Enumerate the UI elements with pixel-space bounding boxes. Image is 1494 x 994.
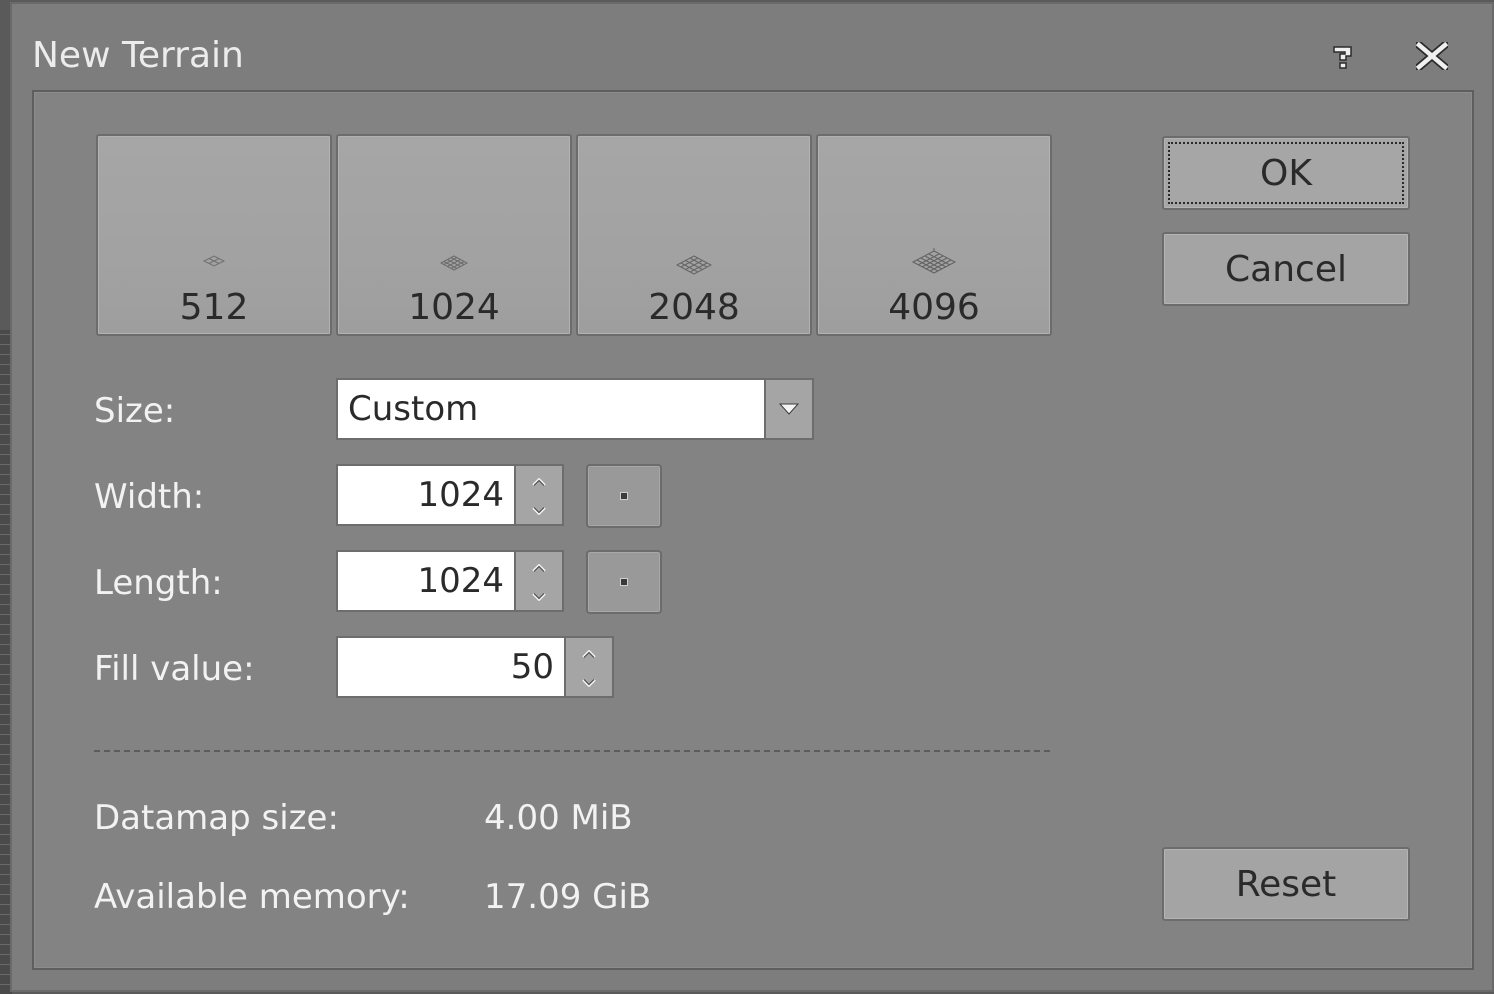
length-decrement[interactable]	[516, 581, 562, 610]
cancel-button[interactable]: Cancel	[1162, 232, 1410, 306]
reset-button[interactable]: Reset	[1162, 847, 1410, 921]
fill-value-increment[interactable]	[566, 638, 612, 667]
close-button[interactable]	[1410, 34, 1454, 78]
terrain-grid-icon	[338, 254, 570, 272]
fill-value[interactable]: 50	[511, 647, 554, 687]
title-bar[interactable]: New Terrain	[12, 4, 1492, 88]
length-extra-button[interactable]	[586, 550, 662, 614]
preset-1024-button[interactable]: 1024	[336, 134, 572, 336]
datamap-size-label: Datamap size:	[94, 798, 339, 838]
preset-4096-button[interactable]: 4096	[816, 134, 1052, 336]
dot-icon	[620, 492, 628, 500]
length-spinbox[interactable]: 1024	[336, 550, 564, 612]
chevron-up-icon	[532, 471, 546, 490]
chevron-down-icon	[532, 586, 546, 605]
terrain-grid-icon	[578, 254, 810, 276]
close-icon	[1416, 42, 1448, 70]
fill-value-decrement[interactable]	[566, 667, 612, 696]
preset-label: 4096	[888, 287, 980, 328]
fill-value-label: Fill value:	[94, 649, 255, 689]
length-increment[interactable]	[516, 552, 562, 581]
width-decrement[interactable]	[516, 495, 562, 524]
terrain-grid-icon	[818, 248, 1050, 276]
separator	[94, 750, 1050, 752]
dropdown-arrow[interactable]	[764, 380, 812, 438]
fill-value-spinbox[interactable]: 50	[336, 636, 614, 698]
dot-icon	[620, 578, 628, 586]
preset-label: 512	[179, 287, 249, 328]
width-increment[interactable]	[516, 466, 562, 495]
datamap-size-value: 4.00 MiB	[484, 798, 633, 838]
fill-value-stepper	[564, 638, 612, 696]
preset-label: 2048	[648, 287, 740, 328]
size-label: Size:	[94, 391, 176, 431]
width-value[interactable]: 1024	[417, 475, 504, 515]
size-value: Custom	[348, 389, 479, 429]
new-terrain-dialog: New Terrain 512 1024 2048 4096 OK Cancel…	[10, 2, 1494, 992]
available-memory-label: Available memory:	[94, 877, 410, 917]
chevron-down-icon	[532, 500, 546, 519]
chevron-down-icon	[778, 400, 800, 419]
chevron-down-icon	[582, 672, 596, 691]
width-spinbox[interactable]: 1024	[336, 464, 564, 526]
terrain-grid-icon	[98, 254, 330, 268]
ok-button[interactable]: OK	[1162, 136, 1410, 210]
help-icon	[1329, 41, 1359, 71]
width-stepper	[514, 466, 562, 524]
width-extra-button[interactable]	[586, 464, 662, 528]
dialog-content: 512 1024 2048 4096 OK Cancel Size: Custo…	[32, 90, 1474, 970]
length-label: Length:	[94, 563, 223, 603]
length-stepper	[514, 552, 562, 610]
preset-512-button[interactable]: 512	[96, 134, 332, 336]
help-button[interactable]	[1322, 34, 1366, 78]
dialog-title: New Terrain	[32, 35, 244, 76]
preset-label: 1024	[408, 287, 500, 328]
size-combobox[interactable]: Custom	[336, 378, 814, 440]
chevron-up-icon	[582, 643, 596, 662]
preset-2048-button[interactable]: 2048	[576, 134, 812, 336]
width-label: Width:	[94, 477, 205, 517]
available-memory-value: 17.09 GiB	[484, 877, 652, 917]
length-value[interactable]: 1024	[417, 561, 504, 601]
chevron-up-icon	[532, 557, 546, 576]
